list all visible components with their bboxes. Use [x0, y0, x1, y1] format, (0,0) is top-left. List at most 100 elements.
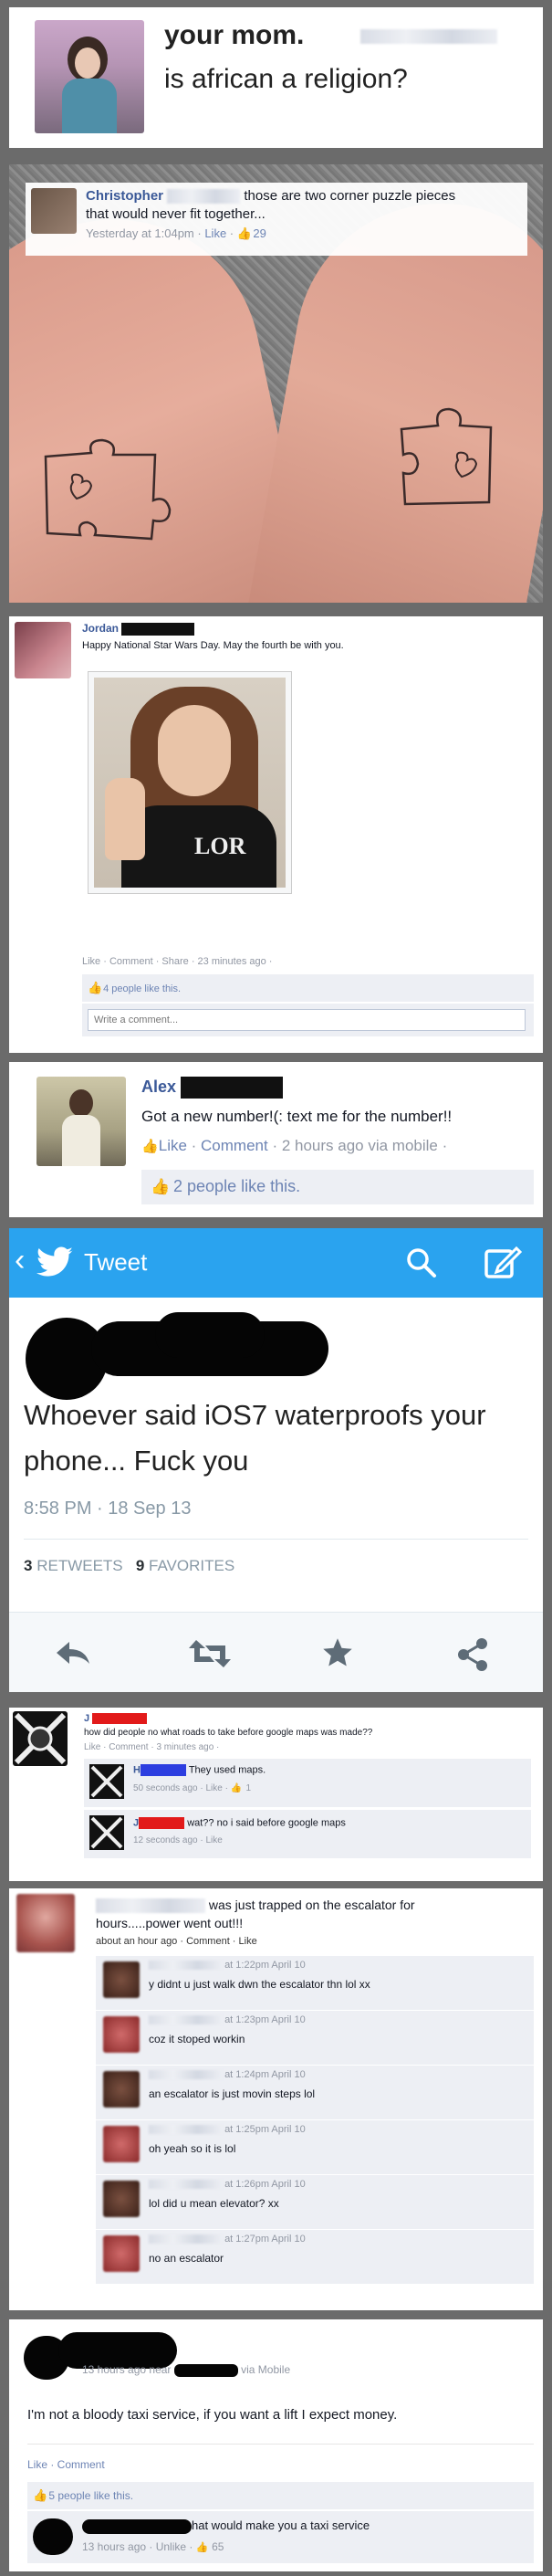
page-brand: your mom.: [164, 20, 305, 50]
thumbs-up-icon: 👍: [141, 1139, 159, 1154]
avatar[interactable]: [31, 188, 77, 234]
retweets-label[interactable]: RETWEETS: [36, 1557, 122, 1574]
avatar[interactable]: [35, 20, 144, 133]
avatar[interactable]: [103, 2181, 140, 2217]
post-time[interactable]: 2 hours ago via mobile ·: [282, 1137, 447, 1154]
redacted-avatar: [33, 2518, 73, 2555]
post-panel-3: Jordan Happy National Star Wars Day. May…: [9, 616, 543, 1053]
author-name[interactable]: Alex: [141, 1078, 176, 1096]
comment-meta[interactable]: 50 seconds ago · Like ·: [133, 1783, 231, 1793]
avatar[interactable]: [16, 1894, 75, 1952]
back-icon[interactable]: ‹: [15, 1245, 25, 1276]
redacted-name: [140, 1764, 186, 1776]
likes-text[interactable]: 5 people like this.: [48, 2489, 133, 2502]
avatar[interactable]: [36, 1077, 126, 1166]
comment-time[interactable]: at 1:23pm April 10: [224, 2014, 306, 2025]
comment-like-count[interactable]: 65: [212, 2540, 224, 2553]
thumbs-up-icon: 👍: [151, 1178, 171, 1195]
likes-text[interactable]: 4 people like this.: [103, 983, 181, 994]
comment-text: wat?? no i said before google maps: [187, 1817, 346, 1829]
retweets-count[interactable]: 3: [24, 1557, 32, 1574]
post-time[interactable]: 13 hours ago near: [82, 2363, 171, 2376]
tweet-actions-bar: [9, 1612, 543, 1692]
thumbs-up-icon: 👍: [195, 2542, 209, 2553]
avatar[interactable]: [103, 2235, 140, 2272]
redacted-name: [149, 2070, 222, 2080]
comment-text: They used maps.: [188, 1764, 266, 1776]
comment-box: Write a comment...: [82, 1004, 534, 1036]
comment-time[interactable]: at 1:24pm April 10: [224, 2069, 306, 2080]
reply-icon[interactable]: [55, 1640, 91, 1667]
likes-bar: 👍 2 people like this.: [141, 1170, 534, 1204]
redacted-name: [149, 2234, 222, 2245]
post-panel-6: J how did people no what roads to take b…: [9, 1708, 543, 1881]
post-photo[interactable]: LOR: [88, 671, 292, 894]
comment-row: at 1:22pm April 10 y didnt u just walk d…: [96, 1956, 534, 2011]
post-meta[interactable]: about an hour ago · Comment · Like: [96, 1936, 257, 1947]
tweet-panel: ‹ Tweet Whoever said iOS7 waterproofs yo…: [9, 1228, 543, 1692]
redacted-name: [149, 1961, 222, 1971]
comment-like-count[interactable]: 1: [246, 1783, 252, 1793]
like-count[interactable]: 29: [253, 226, 266, 240]
post-panel-8: 13 hours ago near via Mobile I'm not a b…: [9, 2319, 543, 2571]
post-text: I'm not a bloody taxi service, if you wa…: [27, 2407, 398, 2423]
thumbs-up-icon: 👍: [88, 981, 103, 994]
post-text: how did people no what roads to take bef…: [84, 1728, 373, 1738]
avatar[interactable]: [89, 1815, 124, 1850]
comment-time[interactable]: at 1:25pm April 10: [224, 2124, 306, 2135]
share-icon[interactable]: [454, 1636, 491, 1673]
post-panel-2: Christopher those are two corner puzzle …: [9, 164, 543, 603]
comment-time[interactable]: at 1:26pm April 10: [224, 2179, 306, 2190]
retweet-icon[interactable]: [187, 1638, 233, 1669]
post-meta[interactable]: Like · Comment · 3 minutes ago ·: [84, 1742, 219, 1752]
like-link[interactable]: Like: [159, 1137, 187, 1154]
likes-text[interactable]: 2 people like this.: [173, 1177, 300, 1195]
redacted-name: [167, 189, 241, 205]
avatar[interactable]: [89, 1764, 124, 1799]
comment-text: lol did u mean elevator? xx: [149, 2197, 279, 2210]
avatar[interactable]: [103, 2071, 140, 2108]
divider: [27, 2444, 534, 2445]
post-source[interactable]: via Mobile: [241, 2363, 290, 2376]
comment-text: y didnt u just walk dwn the escalator th…: [149, 1978, 370, 1991]
post-actions[interactable]: Like · Comment: [27, 2458, 105, 2471]
author-name[interactable]: Christopher: [86, 188, 163, 204]
search-icon[interactable]: [405, 1246, 438, 1279]
comment-time[interactable]: at 1:22pm April 10: [224, 1960, 306, 1971]
post-time[interactable]: Yesterday at 1:04pm: [86, 226, 194, 240]
redacted-name: [121, 622, 195, 636]
comment-input[interactable]: Write a comment...: [88, 1009, 526, 1031]
tweet-text: Whoever said iOS7 waterproofs your phone…: [24, 1399, 486, 1477]
avatar[interactable]: [15, 622, 71, 678]
commenter-initial[interactable]: H: [133, 1764, 141, 1775]
redacted-name: [149, 2125, 222, 2135]
favorites-label[interactable]: FAVORITES: [149, 1557, 234, 1574]
author-name[interactable]: Jordan: [82, 622, 119, 635]
favorites-count[interactable]: 9: [136, 1557, 144, 1574]
redacted-avatar-name: [18, 1312, 356, 1404]
thumbs-up-icon: 👍: [236, 226, 252, 240]
post-text-line2: that would never fit together...: [86, 206, 266, 222]
favorite-star-icon[interactable]: [321, 1636, 354, 1669]
avatar[interactable]: [103, 2016, 140, 2053]
author-initial[interactable]: J: [84, 1713, 89, 1724]
avatar[interactable]: [103, 1961, 140, 1998]
redacted-name: [181, 1077, 284, 1099]
like-link[interactable]: Like: [204, 226, 226, 240]
thumbs-up-icon: 👍: [230, 1783, 243, 1793]
compose-icon[interactable]: [484, 1245, 522, 1281]
shirt-text: LOR: [194, 833, 246, 859]
comment-meta[interactable]: 12 seconds ago · Like: [133, 1835, 223, 1845]
tweet-time: 8:58 PM · 18 Sep 13: [24, 1498, 192, 1519]
comment-time[interactable]: at 1:27pm April 10: [224, 2234, 306, 2245]
post-text: Got a new number!(: text me for the numb…: [141, 1108, 453, 1125]
comment-text: no an escalator: [149, 2252, 224, 2265]
post-actions[interactable]: Like · Comment · Share · 23 minutes ago …: [82, 956, 272, 967]
comment-meta[interactable]: 13 hours ago · Unlike ·: [82, 2540, 196, 2553]
avatar[interactable]: [103, 2126, 140, 2162]
comments-list: at 1:22pm April 10 y didnt u just walk d…: [96, 1956, 534, 2285]
comment-link[interactable]: Comment: [201, 1137, 268, 1154]
tweet-divider: [24, 1539, 528, 1540]
avatar[interactable]: [13, 1711, 68, 1766]
comment-row: at 1:27pm April 10 no an escalator: [96, 2230, 534, 2285]
